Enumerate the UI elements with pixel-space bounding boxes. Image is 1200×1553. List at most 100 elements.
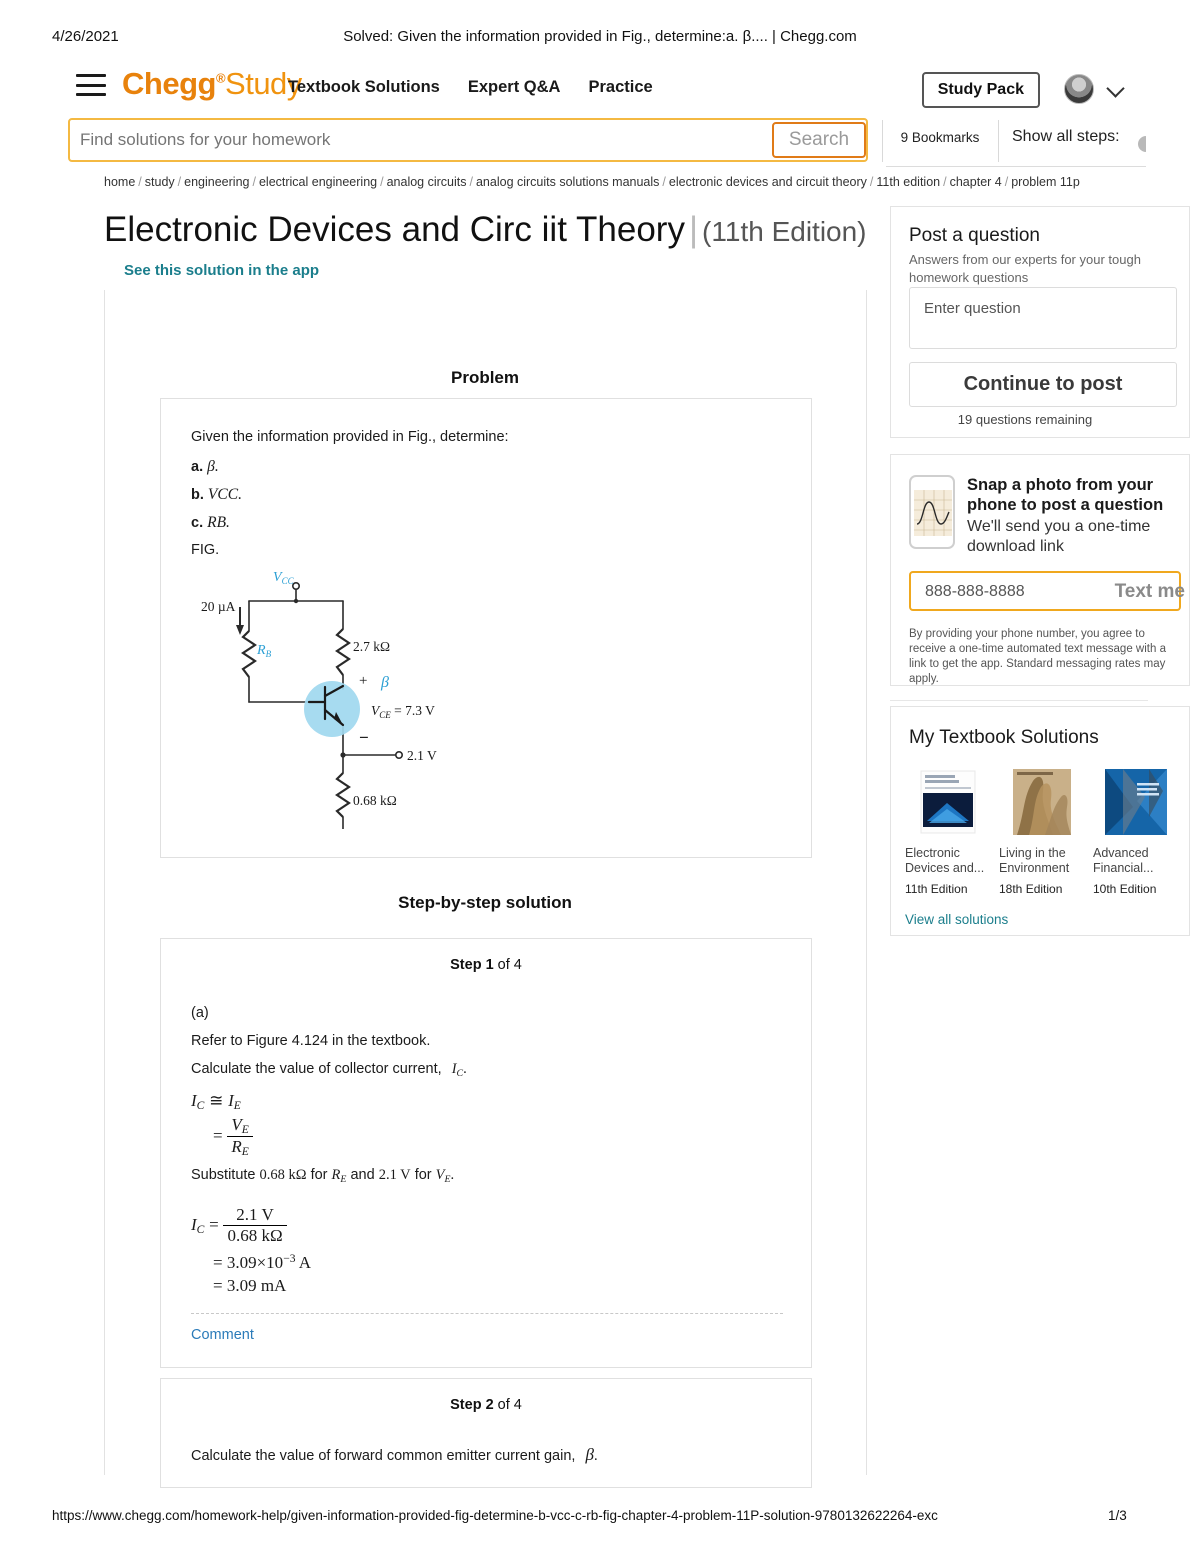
substitute-for-2: for xyxy=(414,1167,432,1183)
polarity-minus: − xyxy=(359,728,369,747)
breadcrumb-item[interactable]: analog circuits solutions manuals xyxy=(476,175,659,189)
step-1-calc-text: Calculate the value of collector current… xyxy=(191,1061,442,1077)
substitute-and: and xyxy=(350,1167,375,1183)
view-all-solutions-link[interactable]: View all solutions xyxy=(905,912,1008,927)
step-2-header: Step 2 of 4 xyxy=(161,1397,811,1413)
textbook-item[interactable]: Advanced Financial... 10th Edition xyxy=(1093,767,1179,896)
step-1-comment-link[interactable]: Comment xyxy=(191,1327,254,1343)
search-input[interactable] xyxy=(80,120,770,160)
see-in-app-link[interactable]: See this solution in the app xyxy=(124,262,319,279)
textbook-solutions-heading: My Textbook Solutions xyxy=(909,727,1099,748)
avatar[interactable] xyxy=(1064,74,1094,104)
search-row: Search 9 Bookmarks Show all steps: xyxy=(0,118,1200,166)
text-me-button[interactable]: Text me xyxy=(1115,581,1185,603)
substitute-ve-value: 2.1 V xyxy=(378,1167,411,1183)
nav-item-textbook-solutions[interactable]: Textbook Solutions xyxy=(288,78,440,96)
primary-nav: Textbook Solutions Expert Q&A Practice xyxy=(288,78,681,97)
textbook-item[interactable]: Living in the Environment 18th Edition xyxy=(999,767,1085,896)
questions-remaining: 19 questions remaining xyxy=(957,412,1093,427)
substitute-for-1: for xyxy=(310,1167,328,1183)
problem-item-b: b. VCC. xyxy=(191,486,242,504)
bookmarks-count[interactable]: 9 Bookmarks xyxy=(886,130,994,145)
print-url: https://www.chegg.com/homework-help/give… xyxy=(52,1508,938,1523)
chegg-study-logo[interactable]: Chegg®Study xyxy=(122,66,302,102)
divider-right xyxy=(998,120,999,162)
page-title-edition: (11th Edition) xyxy=(702,216,867,247)
label-current: 20 µA xyxy=(201,599,236,614)
step-2-number: 2 xyxy=(485,1397,494,1413)
step-1-equation-1: IC ≅ IE xyxy=(191,1091,241,1113)
problem-card: Given the information provided in Fig., … xyxy=(160,398,812,858)
textbook-list: Electronic Devices and... 11th Edition L… xyxy=(905,767,1195,896)
continue-to-post-button[interactable]: Continue to post xyxy=(909,362,1177,407)
result-denominator: 0.68 kΩ xyxy=(223,1225,287,1246)
breadcrumb-separator: / xyxy=(869,175,874,189)
show-all-steps-label: Show all steps: xyxy=(1012,128,1120,145)
page-title-book: Electronic Devices and Circ iit Theory xyxy=(104,210,685,249)
book-edition: 11th Edition xyxy=(905,881,968,896)
hamburger-menu-icon[interactable] xyxy=(76,74,106,96)
step-1-substitute-line: Substitute 0.68 kΩ for RE and 2.1 V for … xyxy=(191,1167,455,1185)
breadcrumb-item[interactable]: electronic devices and circuit theory xyxy=(669,175,867,189)
label-ve: 2.1 V xyxy=(407,748,437,763)
search-button[interactable]: Search xyxy=(772,122,866,158)
step-2-card: Step 2 of 4 Calculate the value of forwa… xyxy=(160,1378,812,1488)
substitute-ve-symbol: VE xyxy=(435,1167,451,1185)
book-cover-image xyxy=(999,767,1085,837)
snap-heading: Snap a photo from your phone to post a q… xyxy=(967,476,1164,515)
search-box[interactable]: Search xyxy=(68,118,868,162)
chevron-down-icon[interactable] xyxy=(1106,79,1125,98)
textbook-item[interactable]: Electronic Devices and... 11th Edition xyxy=(905,767,991,896)
phone-illustration xyxy=(909,475,955,549)
step-2-prefix: Step xyxy=(450,1397,486,1413)
circuit-diagram: + − VCC 20 µA RB 2.7 kΩ 0.68 kΩ β VCE = … xyxy=(191,559,471,829)
problem-item-c-letter: c. xyxy=(191,515,204,531)
question-input[interactable]: Enter question xyxy=(909,287,1177,349)
breadcrumb-item[interactable]: problem 11p xyxy=(1011,175,1080,189)
label-vce: VCE = 7.3 V xyxy=(371,703,435,720)
snap-photo-card: Snap a photo from your phone to post a q… xyxy=(890,454,1190,686)
transistor-highlight xyxy=(304,681,360,737)
breadcrumb-separator: / xyxy=(1004,175,1009,189)
breadcrumb-item[interactable]: chapter 4 xyxy=(950,175,1002,189)
label-re: 0.68 kΩ xyxy=(353,793,397,808)
solution-heading: Step-by-step solution xyxy=(398,893,572,912)
study-pack-button[interactable]: Study Pack xyxy=(921,72,1040,108)
breadcrumb-item[interactable]: engineering xyxy=(184,175,249,189)
nav-item-expert-qa[interactable]: Expert Q&A xyxy=(468,78,561,96)
show-all-steps-toggle[interactable] xyxy=(1138,136,1146,152)
problem-fig-label: FIG. xyxy=(191,542,220,558)
content-rule-left xyxy=(104,290,105,1475)
breadcrumb-item[interactable]: study xyxy=(145,175,175,189)
breadcrumb-item[interactable]: electrical engineering xyxy=(259,175,377,189)
step-1-part: (a) xyxy=(191,1005,209,1021)
step-1-result-fraction: IC = 2.1 V 0.68 kΩ xyxy=(191,1205,287,1246)
breadcrumb-separator: / xyxy=(469,175,473,189)
post-question-heading: Post a question xyxy=(909,225,1040,246)
result-numerator: 2.1 V xyxy=(236,1205,274,1224)
phone-number-field[interactable]: 888-888-8888 Text me xyxy=(909,571,1185,611)
book-title: Living in the Environment xyxy=(999,846,1070,876)
problem-item-c-text: RB. xyxy=(207,514,230,531)
breadcrumb-item[interactable]: 11th edition xyxy=(876,175,940,189)
problem-item-b-text: VCC. xyxy=(207,486,242,503)
snap-legal-text: By providing your phone number, you agre… xyxy=(909,628,1166,685)
breadcrumb-item[interactable]: analog circuits xyxy=(387,175,467,189)
textbook-solutions-card: My Textbook Solutions Electronic Devices… xyxy=(890,706,1190,936)
rc-resistor-icon xyxy=(335,628,351,676)
breadcrumb-item[interactable]: home xyxy=(104,175,135,189)
print-document-title: Solved: Given the information provided i… xyxy=(343,28,857,45)
divider-left xyxy=(882,120,883,162)
book-edition: 10th Edition xyxy=(1093,881,1157,896)
nav-item-practice[interactable]: Practice xyxy=(588,78,652,96)
step-1-equation-2: = VE RE xyxy=(213,1115,253,1158)
step-1-ic-symbol: IC xyxy=(451,1061,464,1079)
book-cover-image xyxy=(905,767,991,837)
page-title: Electronic Devices and Circ iit Theory |(… xyxy=(104,210,867,250)
step-1-prefix: Step xyxy=(450,957,486,973)
label-rb: RB xyxy=(256,643,272,659)
book-edition: 18th Edition xyxy=(999,881,1063,896)
problem-item-c: c. RB. xyxy=(191,514,230,532)
substitute-pre: Substitute xyxy=(191,1167,256,1183)
breadcrumb-separator: / xyxy=(177,175,182,189)
